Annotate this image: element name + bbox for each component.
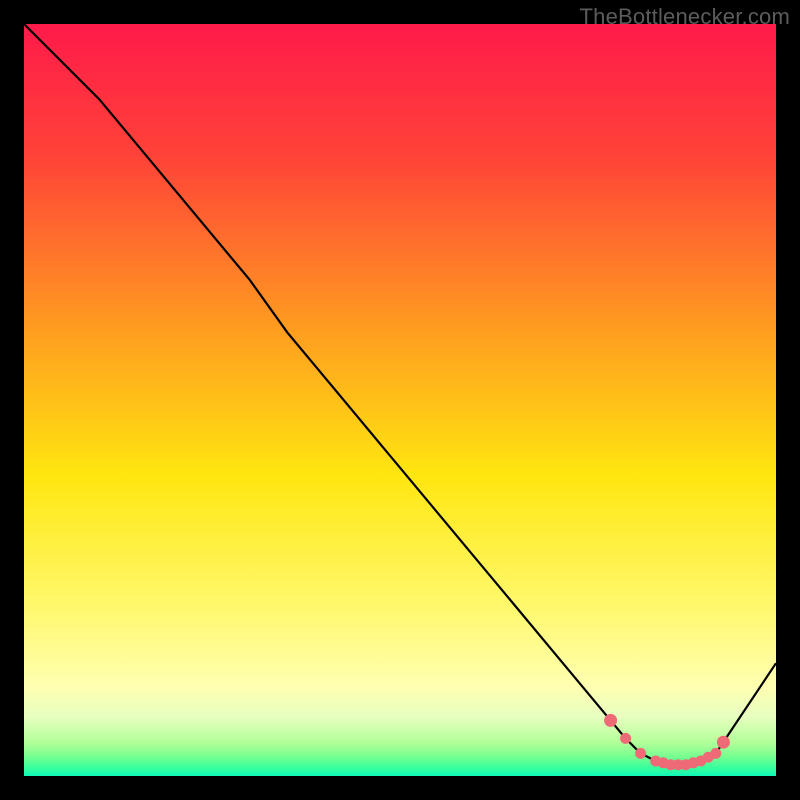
chart-frame [24,24,776,776]
bottleneck-chart [24,24,776,776]
optimal-marker [635,748,646,759]
gradient-background [24,24,776,776]
watermark-text: TheBottlenecker.com [580,4,790,30]
optimal-marker [710,748,721,759]
optimal-marker [717,736,730,749]
optimal-marker [620,733,631,744]
optimal-marker [604,714,617,727]
